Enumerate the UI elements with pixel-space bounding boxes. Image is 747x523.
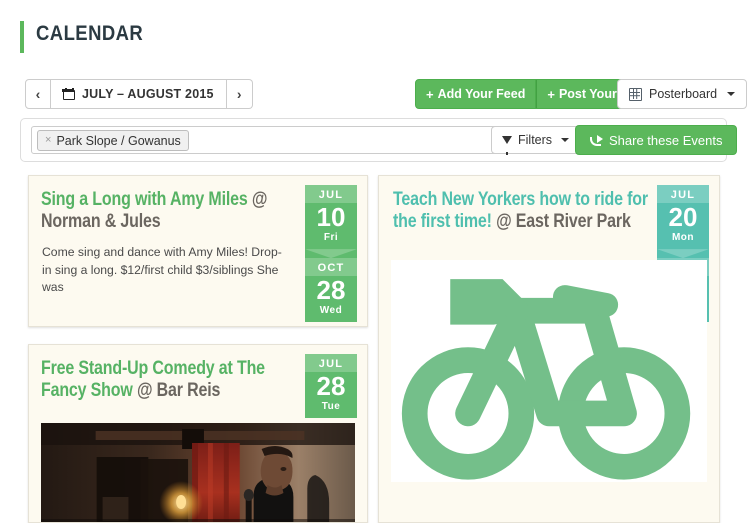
chevron-down-icon — [727, 92, 736, 96]
event-photo-bicycle[interactable] — [391, 260, 707, 483]
calendar-page: CALENDAR ‹ JULY – AUGUST 2015 › + Add Yo… — [0, 0, 747, 523]
event-posterboard: Sing a Long with Amy Miles @ Norman & Ju… — [0, 172, 747, 523]
close-icon[interactable]: × — [45, 135, 51, 146]
event-title: Teach New Yorkers how to ride for the fi… — [393, 188, 649, 232]
filters-label: Filters — [518, 133, 553, 147]
date-badge-start: JUL 20 Mon — [657, 185, 709, 249]
event-title-venue: @ Bar Reis — [132, 379, 221, 402]
share-arrow-icon — [590, 134, 603, 146]
comedy-club-stage-photo — [41, 423, 355, 522]
calendar-toolbar: ‹ JULY – AUGUST 2015 › + Add Your Feed +… — [20, 78, 747, 110]
chevron-down-icon — [561, 138, 570, 142]
event-title: Sing a Long with Amy Miles @ Norman & Ju… — [41, 188, 295, 232]
date-badge-start: JUL 10 Fri — [305, 185, 357, 249]
location-search-input[interactable]: × Park Slope / Gowanus — [31, 126, 501, 154]
badge-day: 28 — [316, 275, 346, 306]
plus-icon: + — [547, 86, 555, 102]
badge-day: 10 — [316, 202, 346, 233]
add-your-feed-button[interactable]: + Add Your Feed — [415, 79, 537, 109]
posterboard-view-button[interactable]: Posterboard — [617, 79, 747, 109]
event-card-header: Free Stand-Up Comedy at The Fancy Show @… — [29, 345, 367, 419]
badge-day: 20 — [668, 202, 698, 233]
next-period-button[interactable]: › — [226, 79, 253, 109]
event-date-badge: JUL 28 Tue — [305, 354, 357, 419]
location-token[interactable]: × Park Slope / Gowanus — [37, 130, 189, 151]
page-title: CALENDAR — [36, 22, 144, 45]
badge-month: JUL — [305, 185, 357, 204]
badge-day: 28 — [316, 371, 346, 402]
event-photo-comedy[interactable] — [41, 423, 355, 522]
event-card-sing-a-long[interactable]: Sing a Long with Amy Miles @ Norman & Ju… — [28, 175, 368, 327]
date-range-button[interactable]: JULY – AUGUST 2015 — [51, 79, 227, 109]
event-title-name: Sing a Long with Amy Miles — [41, 188, 248, 210]
badge-month: JUL — [657, 185, 709, 204]
badge-month: JUL — [305, 354, 357, 373]
badge-weekday: Wed — [319, 305, 343, 317]
share-label: Share these Events — [609, 132, 723, 148]
filter-bar: × Park Slope / Gowanus Filters Share the… — [20, 118, 738, 162]
location-token-label: Park Slope / Gowanus — [56, 133, 181, 148]
event-card-header: Teach New Yorkers how to ride for the fi… — [379, 176, 719, 323]
badge-divider-notch — [657, 249, 709, 259]
event-card-header: Sing a Long with Amy Miles @ Norman & Ju… — [29, 176, 367, 323]
bicycle-logo-icon — [401, 279, 691, 480]
share-these-events-button[interactable]: Share these Events — [575, 125, 738, 155]
view-switcher: Posterboard — [617, 79, 747, 109]
badge-weekday: Mon — [671, 232, 695, 244]
date-navigation: ‹ JULY – AUGUST 2015 › — [25, 79, 253, 109]
header-accent-bar — [20, 21, 24, 53]
event-card-free-stand-up-comedy[interactable]: Free Stand-Up Comedy at The Fancy Show @… — [28, 344, 368, 523]
posterboard-grid-icon — [629, 87, 642, 101]
filters-button[interactable]: Filters — [491, 126, 581, 155]
prev-period-button[interactable]: ‹ — [25, 79, 51, 109]
event-title: Free Stand-Up Comedy at The Fancy Show @… — [41, 357, 295, 401]
add-your-feed-label: Add Your Feed — [437, 87, 526, 101]
date-badge-start: JUL 28 Tue — [305, 354, 357, 418]
posterboard-label: Posterboard — [649, 87, 718, 101]
badge-weekday: Tue — [321, 401, 341, 413]
event-date-badge: JUL 10 Fri OCT 28 Wed — [305, 185, 357, 323]
plus-icon: + — [426, 86, 434, 102]
page-header: CALENDAR — [0, 18, 747, 58]
badge-divider-notch — [305, 249, 357, 259]
badge-weekday: Fri — [323, 232, 339, 244]
event-title-venue: @ East River Park — [491, 210, 631, 233]
date-badge-end: OCT 28 Wed — [305, 258, 357, 322]
funnel-icon — [502, 136, 512, 155]
badge-month: OCT — [305, 258, 357, 277]
calendar-icon — [62, 88, 75, 100]
event-card-teach-new-yorkers[interactable]: Teach New Yorkers how to ride for the fi… — [378, 175, 720, 523]
date-range-label: JULY – AUGUST 2015 — [82, 87, 214, 101]
